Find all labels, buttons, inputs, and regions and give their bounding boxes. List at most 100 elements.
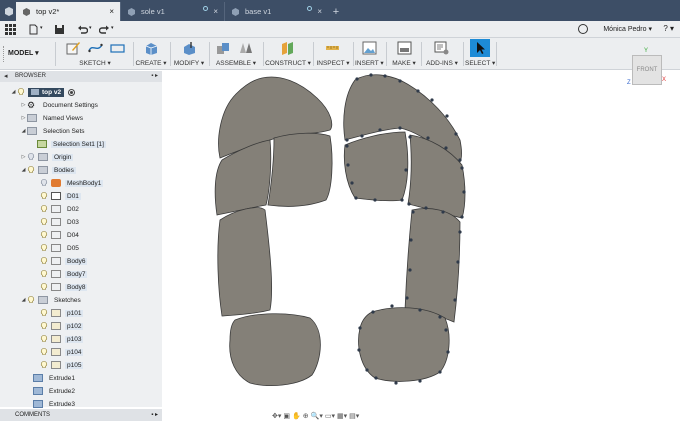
visibility-bulb-icon[interactable] [40, 218, 48, 226]
visibility-bulb-icon[interactable] [40, 335, 48, 343]
visibility-bulb-icon[interactable] [40, 231, 48, 239]
visibility-bulb-icon[interactable] [27, 153, 35, 161]
select-group[interactable]: SELECT ▾ [465, 38, 495, 70]
visibility-bulb-icon[interactable] [40, 205, 48, 213]
modify-menu[interactable]: MODIFY ▾ [172, 59, 206, 67]
workspace-switcher[interactable]: MODEL ▾ [8, 49, 39, 57]
view-cube-face-label[interactable]: FRONT [637, 67, 658, 73]
scripts-addins-icon[interactable] [434, 41, 449, 55]
redo-icon[interactable] [99, 24, 110, 35]
comments-panel-header[interactable]: COMMENTS ▪ ▸ [0, 409, 162, 421]
job-status-icon[interactable] [578, 24, 588, 34]
inspect-group[interactable]: INSPECT ▾ [315, 38, 351, 70]
construct-group[interactable]: CONSTRUCT ▾ [265, 38, 311, 70]
visibility-bulb-icon[interactable] [27, 166, 35, 174]
assemble-menu[interactable]: ASSEMBLE ▾ [212, 59, 260, 67]
orbit-icon[interactable]: ✥▾ [272, 412, 281, 420]
tab-top-v2[interactable]: top v2* × [16, 2, 120, 21]
panel-pin-icon[interactable]: ▪ ▸ [151, 72, 158, 79]
visibility-bulb-icon[interactable] [40, 192, 48, 200]
new-tab-button[interactable]: + [328, 2, 344, 21]
expand-arrow-icon[interactable]: ▷ [20, 102, 27, 108]
spline-icon[interactable] [88, 41, 103, 55]
rectangle-icon[interactable] [110, 41, 125, 55]
visibility-bulb-icon[interactable] [17, 88, 25, 96]
tree-item-d04[interactable]: D04 [40, 229, 81, 241]
help-menu[interactable]: ? ▾ [663, 24, 674, 33]
tree-item-extrude1[interactable]: Extrude1 [33, 372, 77, 384]
create-group[interactable]: CREATE ▾ [135, 38, 167, 70]
visibility-bulb-icon[interactable] [40, 309, 48, 317]
tree-item-meshbody1[interactable]: MeshBody1 [40, 177, 104, 189]
viewports-icon[interactable]: ▤▾ [349, 412, 359, 420]
save-icon[interactable] [54, 24, 65, 35]
select-menu[interactable]: SELECT ▾ [465, 59, 495, 67]
tree-item-extrude2[interactable]: Extrude2 [33, 385, 77, 397]
user-account-menu[interactable]: Mónica Pedro ▾ [603, 25, 652, 33]
modify-group[interactable]: MODIFY ▾ [172, 38, 206, 70]
new-component-icon[interactable] [216, 41, 231, 55]
tree-item-document-settings[interactable]: ▷ ⚙ Document Settings [20, 99, 100, 111]
redo-chevron-icon[interactable]: ▾ [111, 25, 114, 31]
zoom-window-icon[interactable]: 🔍▾ [311, 412, 323, 420]
extrude-icon[interactable] [144, 41, 159, 55]
close-icon[interactable]: × [109, 7, 114, 16]
tab-sole-v1[interactable]: sole v1 × [120, 2, 224, 21]
tree-item-named-views[interactable]: ▷ Named Views [20, 112, 85, 124]
expand-arrow-icon[interactable]: ▷ [20, 154, 27, 160]
tree-item-p104[interactable]: p104 [40, 346, 84, 358]
view-cube[interactable]: FRONT [632, 55, 662, 85]
activate-radio-icon[interactable] [68, 88, 76, 96]
tab-base-v1[interactable]: base v1 × [224, 2, 328, 21]
tree-item-sketches[interactable]: ◢ Sketches [20, 294, 83, 306]
collapse-arrow-icon[interactable]: ◢ [20, 297, 27, 303]
collapse-arrow-icon[interactable]: ◢ [20, 128, 27, 134]
collapse-arrow-icon[interactable]: ◢ [10, 89, 17, 95]
visibility-bulb-icon[interactable] [27, 296, 35, 304]
browser-panel-header[interactable]: ◂ BROWSER ▪ ▸ [0, 71, 162, 82]
app-grid-icon[interactable] [5, 24, 16, 35]
close-icon[interactable]: × [317, 7, 322, 16]
display-settings-icon[interactable]: ▭▾ [325, 412, 335, 420]
viewport-canvas[interactable] [162, 71, 680, 425]
assemble-group[interactable]: ASSEMBLE ▾ [212, 38, 260, 70]
insert-group[interactable]: INSERT ▾ [355, 38, 384, 70]
press-pull-icon[interactable] [182, 41, 197, 55]
panel-pin-icon[interactable]: ▪ ▸ [151, 411, 158, 418]
collapse-panel-icon[interactable]: ◂ [4, 72, 8, 80]
insert-image-icon[interactable] [362, 41, 377, 55]
file-menu-chevron-icon[interactable]: ▾ [40, 25, 43, 31]
offset-plane-icon[interactable] [280, 41, 295, 55]
grid-settings-icon[interactable]: ▦▾ [337, 412, 347, 420]
tree-item-bodies[interactable]: ◢ Bodies [20, 164, 76, 176]
tree-item-selection-sets[interactable]: ◢ Selection Sets [20, 125, 87, 137]
visibility-bulb-icon[interactable] [40, 270, 48, 278]
undo-icon[interactable] [77, 24, 88, 35]
tree-root[interactable]: ◢ top v2 [10, 86, 76, 98]
tree-item-d05[interactable]: D05 [40, 242, 81, 254]
tree-item-p102[interactable]: p102 [40, 320, 84, 332]
3d-print-icon[interactable] [397, 41, 412, 55]
sketch-menu[interactable]: SKETCH ▾ [60, 59, 130, 67]
tree-item-p105[interactable]: p105 [40, 359, 84, 371]
expand-arrow-icon[interactable]: ▷ [20, 115, 27, 121]
tree-item-body7[interactable]: Body7 [40, 268, 88, 280]
visibility-bulb-icon[interactable] [40, 322, 48, 330]
make-group[interactable]: MAKE ▾ [389, 38, 419, 70]
zoom-icon[interactable]: ⊕ [303, 412, 309, 420]
inspect-menu[interactable]: INSPECT ▾ [315, 59, 351, 67]
visibility-bulb-icon[interactable] [40, 257, 48, 265]
make-menu[interactable]: MAKE ▾ [389, 59, 419, 67]
tree-item-d01[interactable]: D01 [40, 190, 81, 202]
joint-icon[interactable] [238, 41, 253, 55]
tree-item-body6[interactable]: Body6 [40, 255, 88, 267]
construct-menu[interactable]: CONSTRUCT ▾ [265, 59, 311, 67]
close-icon[interactable]: × [213, 7, 218, 16]
look-at-icon[interactable]: ▣ [283, 412, 290, 420]
tree-item-origin[interactable]: ▷ Origin [20, 151, 74, 163]
pan-icon[interactable]: ✋ [292, 412, 301, 420]
create-sketch-icon[interactable] [66, 41, 81, 55]
undo-chevron-icon[interactable]: ▾ [89, 25, 92, 31]
visibility-bulb-icon[interactable] [40, 179, 48, 187]
sketch-group[interactable]: SKETCH ▾ [60, 38, 130, 70]
